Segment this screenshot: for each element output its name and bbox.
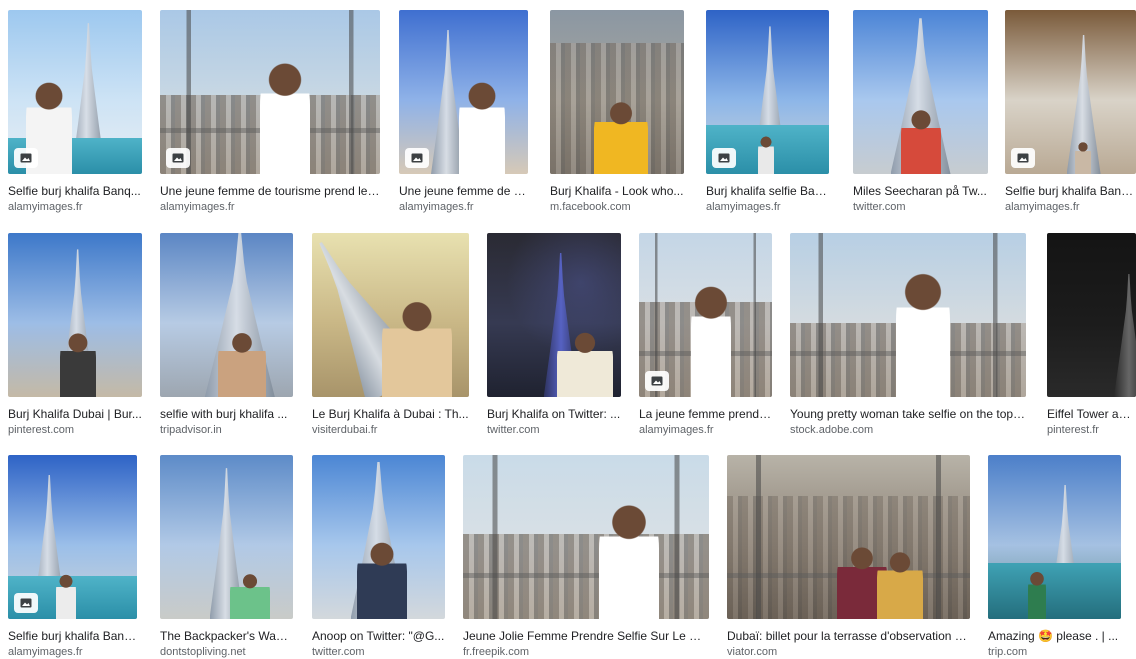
result-source: alamyimages.fr bbox=[1005, 201, 1080, 213]
result-source: twitter.com bbox=[853, 201, 906, 213]
result-title: Eiffel Tower and B bbox=[1047, 407, 1136, 421]
image-icon bbox=[645, 371, 669, 391]
result-title: Burj Khalifa Dubai | Bur... bbox=[8, 407, 142, 421]
image-result-card[interactable]: Une jeune femme de to... alamyimages.fr bbox=[399, 10, 528, 214]
result-source: pinterest.com bbox=[8, 424, 75, 436]
image-result-card[interactable]: Anoop on Twitter: "@G... twitter.com bbox=[312, 455, 445, 659]
image-result-card[interactable]: Dubaï: billet pour la terrasse d'observa… bbox=[727, 455, 970, 659]
result-source: fr.freepik.com bbox=[463, 646, 530, 658]
result-source: alamyimages.fr bbox=[639, 424, 714, 436]
result-thumbnail[interactable] bbox=[160, 10, 380, 174]
result-thumbnail[interactable] bbox=[639, 233, 772, 397]
result-source: tripadvisor.in bbox=[160, 424, 222, 436]
result-source: alamyimages.fr bbox=[706, 201, 781, 213]
result-title: Selfie burj khalifa Banq... bbox=[1005, 184, 1136, 198]
result-source: twitter.com bbox=[312, 646, 365, 658]
image-result-card[interactable]: Jeune Jolie Femme Prendre Selfie Sur Le … bbox=[463, 455, 709, 659]
result-source: alamyimages.fr bbox=[160, 201, 235, 213]
result-thumbnail[interactable] bbox=[312, 233, 469, 397]
image-result-card[interactable]: Young pretty woman take selfie on the to… bbox=[790, 233, 1026, 437]
image-icon bbox=[1011, 148, 1035, 168]
image-result-card[interactable]: Eiffel Tower and B pinterest.fr bbox=[1047, 233, 1136, 437]
image-result-card[interactable]: selfie with burj khalifa ... tripadvisor… bbox=[160, 233, 293, 437]
result-thumbnail[interactable] bbox=[312, 455, 445, 619]
result-source: alamyimages.fr bbox=[8, 646, 83, 658]
image-result-card[interactable]: La jeune femme prend ... alamyimages.fr bbox=[639, 233, 772, 437]
result-title: Dubaï: billet pour la terrasse d'observa… bbox=[727, 629, 970, 643]
result-thumbnail[interactable] bbox=[853, 10, 988, 174]
result-title: The Backpacker's Way ... bbox=[160, 629, 293, 643]
result-title: Selfie burj khalifa Banq... bbox=[8, 184, 141, 198]
result-thumbnail[interactable] bbox=[706, 10, 829, 174]
image-icon bbox=[14, 593, 38, 613]
result-title: La jeune femme prend ... bbox=[639, 407, 772, 421]
image-result-card[interactable]: Amazing 🤩 please . | ... trip.com bbox=[988, 455, 1121, 659]
result-thumbnail[interactable] bbox=[399, 10, 528, 174]
result-source: visiterdubai.fr bbox=[312, 424, 378, 436]
result-source: dontstopliving.net bbox=[160, 646, 246, 658]
result-source: alamyimages.fr bbox=[399, 201, 474, 213]
image-icon bbox=[712, 148, 736, 168]
result-thumbnail[interactable] bbox=[8, 455, 137, 619]
result-thumbnail[interactable] bbox=[8, 10, 142, 174]
result-thumbnail[interactable] bbox=[790, 233, 1026, 397]
image-result-card[interactable]: Selfie burj khalifa Banq... alamyimages.… bbox=[8, 10, 142, 214]
image-result-card[interactable]: Le Burj Khalifa à Dubai : Th... visiterd… bbox=[312, 233, 469, 437]
result-thumbnail[interactable] bbox=[1005, 10, 1136, 174]
result-title: Burj Khalifa - Look who... bbox=[550, 184, 684, 198]
result-title: Selfie burj khalifa Banq... bbox=[8, 629, 137, 643]
result-title: Le Burj Khalifa à Dubai : Th... bbox=[312, 407, 469, 421]
result-title: Amazing 🤩 please . | ... bbox=[988, 629, 1121, 643]
image-result-card[interactable]: The Backpacker's Way ... dontstopliving.… bbox=[160, 455, 293, 659]
result-title: Burj Khalifa on Twitter: ... bbox=[487, 407, 621, 421]
result-source: trip.com bbox=[988, 646, 1028, 658]
result-thumbnail[interactable] bbox=[988, 455, 1121, 619]
result-thumbnail[interactable] bbox=[8, 233, 142, 397]
result-source: pinterest.fr bbox=[1047, 424, 1099, 436]
result-source: twitter.com bbox=[487, 424, 540, 436]
result-thumbnail[interactable] bbox=[463, 455, 709, 619]
image-result-card[interactable]: Selfie burj khalifa Banq... alamyimages.… bbox=[1005, 10, 1136, 214]
result-title: Une jeune femme de to... bbox=[399, 184, 528, 198]
image-result-card[interactable]: Miles Seecharan på Tw... twitter.com bbox=[853, 10, 988, 214]
result-source: viator.com bbox=[727, 646, 778, 658]
image-icon bbox=[405, 148, 429, 168]
result-thumbnail[interactable] bbox=[1047, 233, 1136, 397]
image-result-card[interactable]: Burj Khalifa on Twitter: ... twitter.com bbox=[487, 233, 621, 437]
result-thumbnail[interactable] bbox=[550, 10, 684, 174]
result-thumbnail[interactable] bbox=[160, 233, 293, 397]
result-title: Miles Seecharan på Tw... bbox=[853, 184, 987, 198]
image-icon bbox=[14, 148, 38, 168]
result-title: Une jeune femme de tourisme prend le p..… bbox=[160, 184, 380, 198]
result-title: Burj khalifa selfie Banq... bbox=[706, 184, 829, 198]
result-title-text: Amazing 🤩 please . | ... bbox=[988, 629, 1119, 643]
result-source: alamyimages.fr bbox=[8, 201, 83, 213]
image-result-card[interactable]: Burj khalifa selfie Banq... alamyimages.… bbox=[706, 10, 829, 214]
result-thumbnail[interactable] bbox=[487, 233, 621, 397]
image-icon bbox=[166, 148, 190, 168]
result-title: Young pretty woman take selfie on the to… bbox=[790, 407, 1026, 421]
result-title: Jeune Jolie Femme Prendre Selfie Sur Le … bbox=[463, 629, 709, 643]
result-title: Anoop on Twitter: "@G... bbox=[312, 629, 445, 643]
image-result-card[interactable]: Burj Khalifa Dubai | Bur... pinterest.co… bbox=[8, 233, 142, 437]
image-result-card[interactable]: Burj Khalifa - Look who... m.facebook.co… bbox=[550, 10, 684, 214]
result-title: selfie with burj khalifa ... bbox=[160, 407, 288, 421]
result-source: m.facebook.com bbox=[550, 201, 631, 213]
result-thumbnail[interactable] bbox=[160, 455, 293, 619]
result-source: stock.adobe.com bbox=[790, 424, 874, 436]
result-thumbnail[interactable] bbox=[727, 455, 970, 619]
image-result-card[interactable]: Une jeune femme de tourisme prend le p..… bbox=[160, 10, 380, 214]
image-result-card[interactable]: Selfie burj khalifa Banq... alamyimages.… bbox=[8, 455, 137, 659]
